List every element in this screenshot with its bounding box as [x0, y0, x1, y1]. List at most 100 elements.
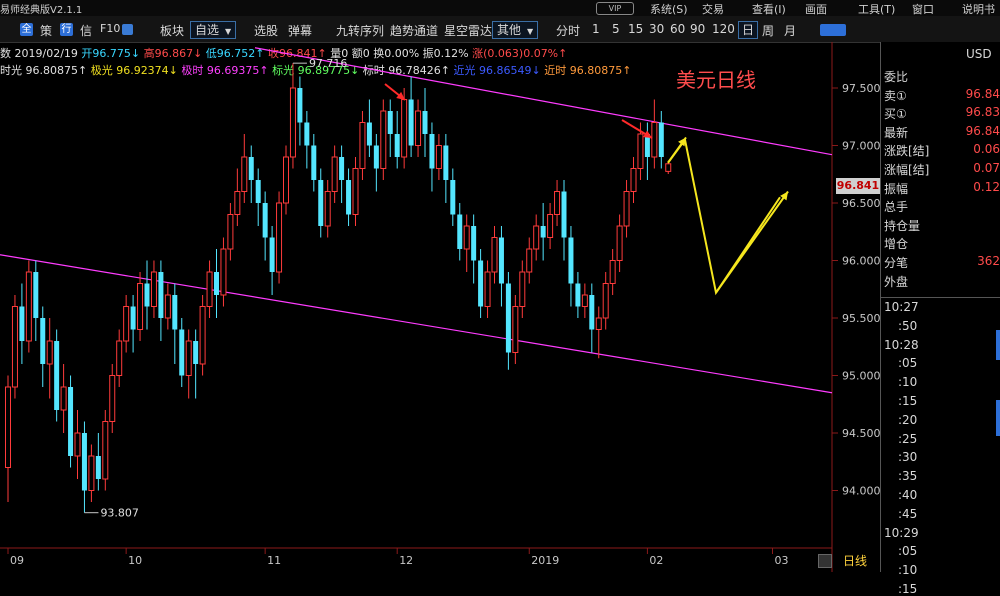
candle-body-down: [179, 329, 185, 376]
toolbar-stock-picker-button[interactable]: 选股: [254, 22, 278, 39]
toolbar-all-button[interactable]: 全: [20, 23, 33, 36]
candle-body-up: [234, 191, 241, 215]
candle-body-down: [262, 203, 268, 238]
candle-body-up: [227, 214, 234, 250]
x-tick-label: 12: [399, 554, 413, 567]
quote-row-label: 外盘: [884, 274, 909, 289]
period-label[interactable]: 日线: [843, 552, 867, 569]
forecast-path: [667, 137, 781, 296]
title-bar: [0, 0, 1000, 16]
candle-body-up: [484, 271, 491, 307]
menu-screen[interactable]: 画面: [805, 1, 827, 17]
period-60min[interactable]: 60: [670, 22, 685, 36]
quote-row-value: 362: [977, 254, 1000, 268]
y-tick-label: 95.500: [842, 312, 880, 325]
candle-body-down: [540, 226, 546, 238]
candle-body-up: [623, 191, 630, 227]
candle-body-down: [450, 180, 456, 215]
candle-body-down: [575, 283, 581, 307]
period-toggle-icon[interactable]: [818, 554, 832, 568]
y-tick-label: 96.000: [842, 255, 880, 268]
period-day[interactable]: 日: [738, 21, 759, 39]
candle-body-down: [373, 145, 379, 169]
period-30min[interactable]: 30: [649, 22, 664, 36]
quote-row-value: 96.83: [965, 105, 1000, 120]
candle-body-down: [33, 272, 39, 318]
period-week[interactable]: 周: [762, 22, 774, 39]
candle-body-up: [164, 294, 171, 319]
menu-manual[interactable]: 说明书: [962, 1, 995, 17]
toolbar-strategy-button[interactable]: 策: [40, 22, 52, 39]
quote-row-label: 持仓量: [884, 218, 921, 233]
toolbar-td-sequential-button[interactable]: 九转序列: [336, 22, 384, 39]
candle-body-up: [665, 163, 672, 172]
candle-body-down: [658, 122, 664, 157]
candle-body-down: [589, 295, 595, 330]
candle-body-up: [283, 156, 289, 204]
high-price-label: 97.716: [309, 57, 348, 70]
toolbar-other-select[interactable]: 其他 ▼: [492, 21, 539, 39]
menu-trade[interactable]: 交易: [702, 1, 724, 17]
last-price-tag: 96.841: [836, 178, 880, 194]
quote-row-label: 振幅: [884, 181, 909, 196]
scrollbar-thumb[interactable]: [996, 330, 1000, 360]
x-tick-label: 09: [10, 554, 24, 567]
vip-badge[interactable]: VIP: [596, 2, 634, 15]
toolbar-trend-channel-button[interactable]: 趋势通道: [390, 22, 438, 39]
tick-time-second: :10: [898, 375, 918, 390]
toolbar-f10-button[interactable]: F10: [100, 22, 120, 35]
menu-tools[interactable]: 工具(T): [858, 1, 895, 17]
candle-body-up: [11, 306, 18, 388]
toggle-layout-icon[interactable]: [820, 24, 846, 36]
candle-body-up: [5, 386, 11, 468]
candle-body-up: [554, 191, 561, 215]
toolbar-quote-button[interactable]: 行: [60, 23, 73, 36]
candle-body-up: [289, 87, 296, 158]
menu-view[interactable]: 查看(I): [752, 1, 786, 17]
period-15min[interactable]: 15: [628, 22, 643, 36]
tick-time-second: :05: [898, 544, 918, 559]
quote-row-label: 分笔: [884, 256, 909, 270]
chart-title: 美元日线: [676, 68, 756, 92]
tick-time-second: :45: [898, 506, 918, 521]
period-90min[interactable]: 90: [690, 22, 705, 36]
candle-body-down: [54, 341, 60, 410]
menu-system[interactable]: 系统(S): [650, 1, 688, 17]
quote-row-label: 买①: [884, 107, 907, 122]
period-timeshare[interactable]: 分时: [556, 22, 580, 39]
candle-body-down: [68, 387, 74, 456]
toolbar-sector-button[interactable]: 板块: [160, 22, 184, 39]
tick-time-minute: 10:29: [884, 525, 919, 540]
candle-body-up: [46, 340, 53, 365]
period-month[interactable]: 月: [784, 22, 796, 39]
period-120min[interactable]: 120: [712, 22, 735, 36]
scrollbar-thumb[interactable]: [996, 400, 1000, 436]
candlestick-chart[interactable]: 97.500 97.000 96.500 96.000 95.500 95.000 94.5…: [0, 42, 880, 572]
quote-row-label: 委比: [884, 70, 909, 84]
tick-time-second: :40: [898, 488, 918, 502]
x-tick-label: 03: [775, 554, 789, 567]
candle-body-down: [172, 295, 178, 330]
toolbar-info-button[interactable]: 信: [80, 22, 92, 39]
candle-body-down: [366, 122, 372, 146]
candle-body-up: [602, 283, 609, 319]
window-icon[interactable]: [122, 24, 133, 35]
candle-body-up: [331, 156, 338, 192]
candle-body-down: [478, 260, 484, 307]
tick-time-second: :05: [898, 356, 918, 371]
candle-body-up: [359, 122, 366, 169]
candle-body-down: [193, 341, 199, 364]
toolbar-radar-button[interactable]: 星空雷达: [444, 22, 492, 39]
candle-body-up: [324, 191, 331, 227]
candle-body-down: [498, 237, 504, 284]
currency-label: USD: [966, 47, 992, 61]
candle-body-up: [547, 214, 554, 238]
toolbar-watchlist-select[interactable]: 自选 ▼: [190, 21, 237, 39]
menu-window[interactable]: 窗口: [912, 1, 934, 17]
tick-time-second: :15: [898, 394, 918, 408]
period-5min[interactable]: 5: [612, 22, 620, 36]
toolbar-danmaku-button[interactable]: 弹幕: [288, 22, 312, 39]
period-1min[interactable]: 1: [592, 22, 600, 36]
tick-time-minute: 10:27: [884, 300, 919, 314]
candle-body-down: [158, 272, 164, 318]
